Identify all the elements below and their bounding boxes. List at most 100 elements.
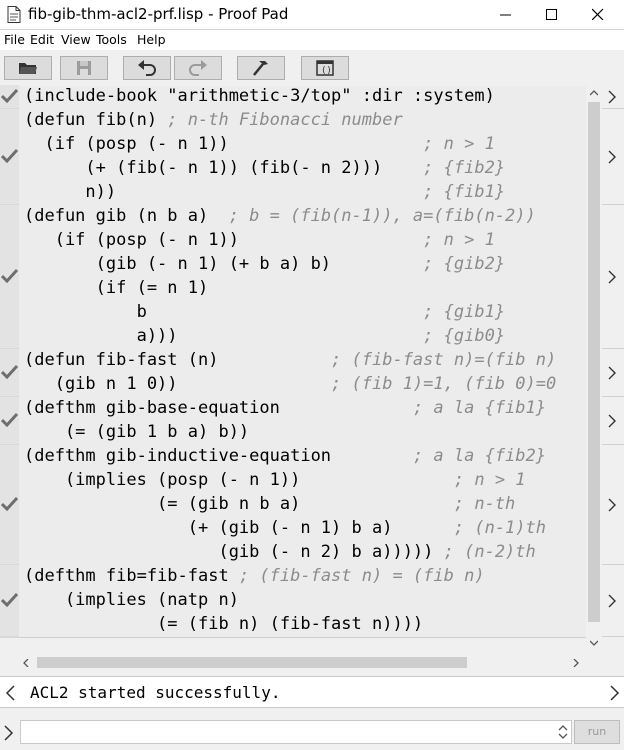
code-line: (if (posp (- n 1)) ; n > 1 xyxy=(24,228,495,252)
scroll-left-icon[interactable] xyxy=(23,659,29,667)
title-bar: fib-gib-thm-acl2-prf.lisp - Proof Pad xyxy=(0,0,624,30)
acl2-console-button[interactable]: () xyxy=(301,56,349,80)
proof-check-icon xyxy=(1,593,18,607)
code-text: (defthm gib-inductive-equation xyxy=(24,446,413,466)
block-separator xyxy=(19,637,586,638)
code-text: (= (gib n b a) xyxy=(24,494,454,514)
code-text: (defun fib-fast (n) xyxy=(24,350,332,370)
code-line: (gib (- n 2) b a))))) ; (n-2)th xyxy=(24,540,536,564)
chevron-right-icon xyxy=(608,366,616,379)
output-forward-icon[interactable] xyxy=(610,685,620,701)
scroll-up-icon[interactable] xyxy=(590,90,598,96)
open-folder-icon xyxy=(19,63,37,74)
build-hammer-icon xyxy=(253,61,268,76)
code-comment: ; n-th xyxy=(453,494,516,514)
vertical-scrollbar[interactable] xyxy=(586,86,602,653)
toolbar: () xyxy=(0,50,624,86)
scroll-right-icon[interactable] xyxy=(573,659,579,667)
proof-check-icon xyxy=(1,269,18,283)
scroll-down-icon[interactable] xyxy=(590,640,598,646)
maximize-button[interactable] xyxy=(530,0,576,30)
admit-block-button[interactable] xyxy=(602,205,624,349)
code-text: b xyxy=(24,302,424,322)
code-line: a))) ; {gib0} xyxy=(24,324,505,348)
admit-block-button[interactable] xyxy=(602,445,624,565)
save-icon xyxy=(77,61,91,75)
code-editor[interactable]: (include-book "arithmetic-3/top" :dir :s… xyxy=(19,86,586,638)
code-text: (defun fib(n) xyxy=(24,110,168,130)
code-line: (+ (fib(- n 1)) (fib(- n 2))) ; {fib2} xyxy=(24,156,505,180)
admit-block-button[interactable] xyxy=(602,565,624,637)
code-comment: ; n > 1 xyxy=(453,470,526,490)
minimize-button[interactable] xyxy=(484,0,530,30)
admit-block-button[interactable] xyxy=(602,85,624,109)
code-text: (defthm gib-base-equation xyxy=(24,398,413,418)
code-comment: ; {fib2} xyxy=(423,158,506,178)
block-arrow-column xyxy=(602,86,624,653)
code-line: (include-book "arithmetic-3/top" :dir :s… xyxy=(24,86,495,108)
code-comment: ; n-th Fibonacci number xyxy=(167,110,403,130)
chevron-right-icon xyxy=(608,90,616,103)
window-title: fib-gib-thm-acl2-prf.lisp - Proof Pad xyxy=(28,5,289,23)
admit-block-button[interactable] xyxy=(602,349,624,397)
code-text: (defun gib (n b a) xyxy=(24,206,229,226)
code-line: (defthm fib=fib-fast ; (fib-fast n) = (f… xyxy=(24,564,485,588)
code-line: (defun fib-fast (n) ; (fib-fast n)=(fib … xyxy=(24,348,556,372)
code-comment: ; n > 1 xyxy=(423,134,495,154)
menu-tools[interactable]: Tools xyxy=(96,32,127,47)
code-line: (gib (- n 1) (+ b a) b) ; {gib2} xyxy=(24,252,505,276)
history-stepper-icon[interactable] xyxy=(558,723,568,741)
output-back-icon[interactable] xyxy=(5,685,15,701)
vertical-scroll-thumb[interactable] xyxy=(588,102,600,622)
code-text: (= (gib 1 b a) b)) xyxy=(24,422,250,442)
menu-edit[interactable]: Edit xyxy=(30,32,54,47)
close-button[interactable] xyxy=(576,0,622,30)
undo-button[interactable] xyxy=(123,56,171,80)
chevron-right-icon xyxy=(608,150,616,163)
horizontal-scrollbar[interactable] xyxy=(19,654,586,671)
menu-bar: File Edit View Tools Help xyxy=(0,30,624,50)
proof-check-icon xyxy=(1,149,18,163)
menu-view[interactable]: View xyxy=(61,32,91,47)
admit-block-button[interactable] xyxy=(602,397,624,445)
code-comment: ; (n-2)th xyxy=(443,542,536,562)
redo-button[interactable] xyxy=(174,56,222,80)
code-line: b ; {gib1} xyxy=(24,300,505,324)
proof-check-icon xyxy=(1,89,18,103)
build-button[interactable] xyxy=(237,56,285,80)
menu-help[interactable]: Help xyxy=(137,32,166,47)
code-comment: ; {gib2} xyxy=(423,254,506,274)
code-line: (implies (posp (- n 1)) ; n > 1 xyxy=(24,468,526,492)
code-text: (gib (- n 2) b a))))) xyxy=(24,542,444,562)
code-line: (= (gib n b a) ; n-th xyxy=(24,492,515,516)
code-text: (+ (fib(- n 1)) (fib(- n 2))) xyxy=(24,158,424,178)
proof-check-icon xyxy=(1,497,18,511)
code-comment: ; n > 1 xyxy=(423,230,495,250)
proof-check-icon xyxy=(1,365,18,379)
menu-file[interactable]: File xyxy=(4,32,25,47)
code-text: (gib n 1 0)) xyxy=(24,374,332,394)
code-line: n)) ; {fib1} xyxy=(24,180,505,204)
code-text: a))) xyxy=(24,326,424,346)
code-comment: ; (fib-fast n) = (fib n) xyxy=(238,566,485,586)
open-button[interactable] xyxy=(4,56,52,80)
code-text: (= (fib n) (fib-fast n)))) xyxy=(24,614,424,634)
save-button[interactable] xyxy=(60,56,108,80)
code-comment: ; (n-1)th xyxy=(453,518,546,538)
horizontal-scroll-thumb[interactable] xyxy=(37,657,467,668)
document-icon xyxy=(6,6,22,23)
undo-icon xyxy=(138,60,156,76)
run-button[interactable]: run xyxy=(574,720,620,744)
admit-block-button[interactable] xyxy=(602,109,624,205)
close-icon xyxy=(592,8,604,20)
chevron-right-icon xyxy=(608,270,616,283)
code-text: n)) xyxy=(24,182,424,202)
code-text: (+ (gib (- n 1) b a) xyxy=(24,518,454,538)
code-comment: ; a la {fib2} xyxy=(412,446,546,466)
repl-input[interactable] xyxy=(20,720,572,744)
proof-gutter[interactable] xyxy=(0,85,19,638)
redo-icon xyxy=(189,60,207,76)
code-text: (if (= n 1) xyxy=(24,278,209,298)
code-line: (defthm gib-base-equation ; a la {fib1} xyxy=(24,396,546,420)
code-line: (defun fib(n) ; n-th Fibonacci number xyxy=(24,108,403,132)
